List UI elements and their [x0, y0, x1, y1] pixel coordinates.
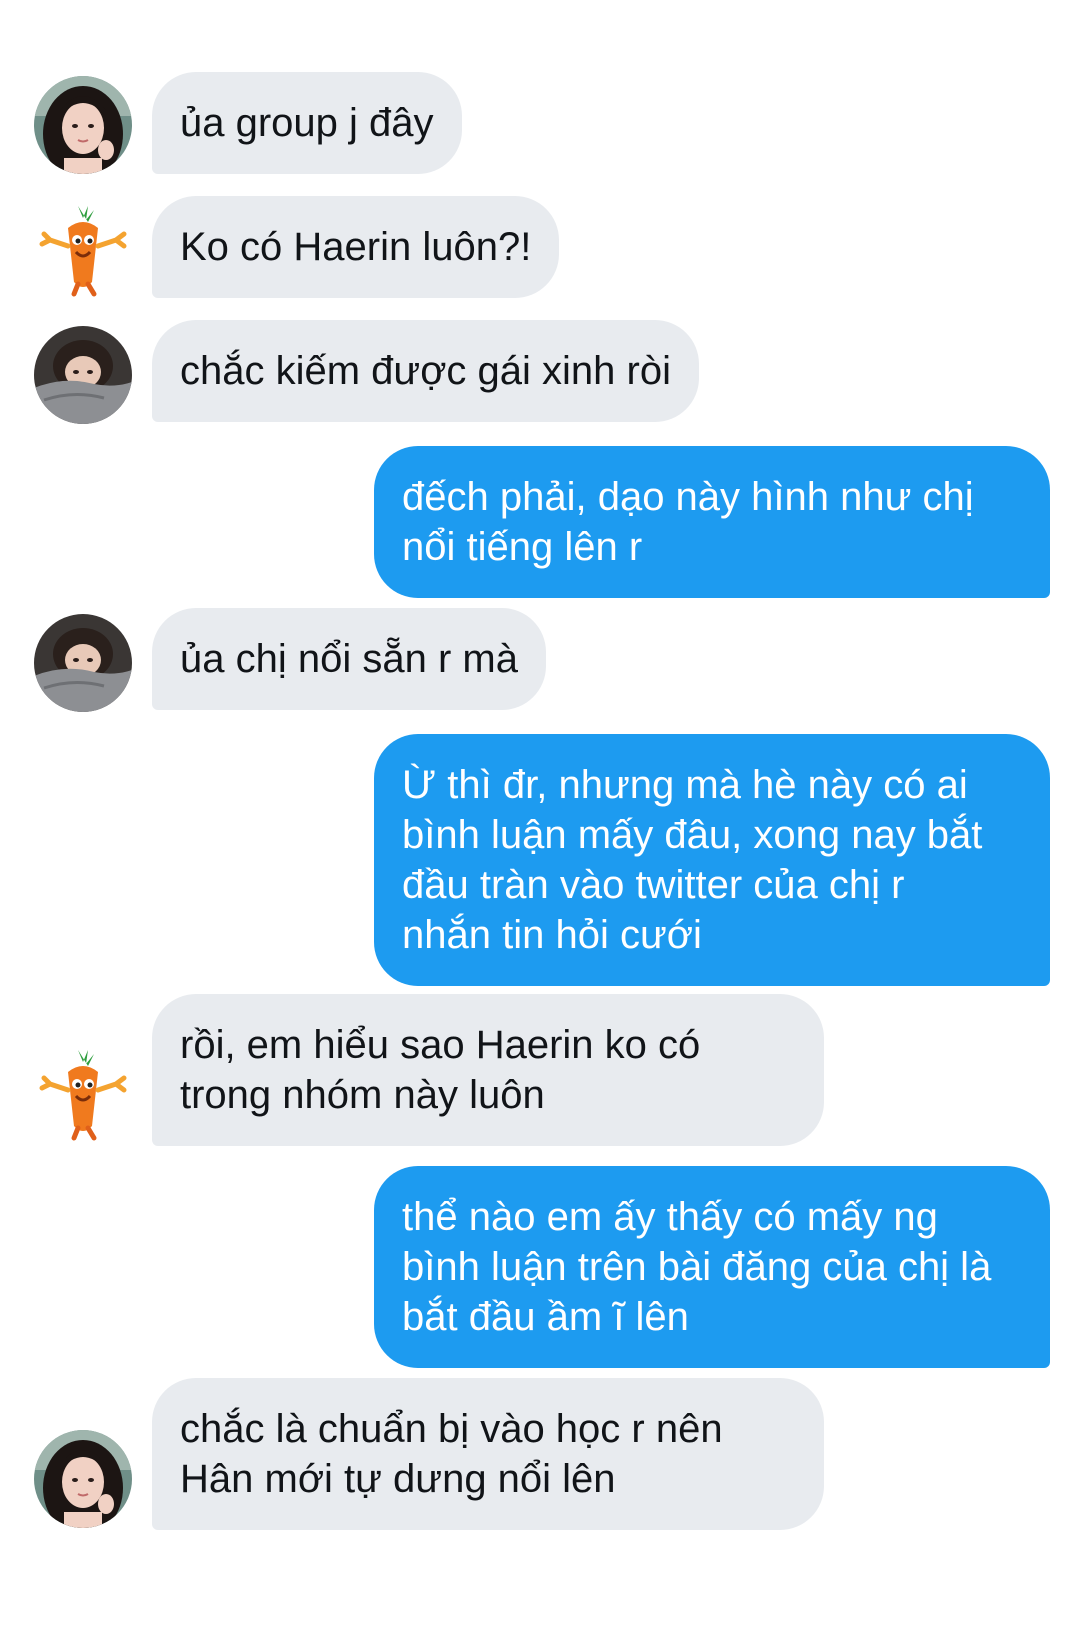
- avatar-girl-blanket-icon[interactable]: [34, 326, 132, 424]
- message-text: ủa chị nổi sẵn r mà: [180, 637, 518, 681]
- message-text: bình luận mấy đâu, xong nay bắt: [402, 813, 983, 857]
- message-text: chắc kiếm được gái xinh ròi: [180, 349, 671, 393]
- avatar-girl-long-hair-icon[interactable]: [34, 1430, 132, 1528]
- message-text: bắt đầu ầm ĩ lên: [402, 1295, 689, 1339]
- message-row: chắc là chuẩn bị vào học r nên Hân mới t…: [0, 1378, 1080, 1530]
- message-text: thể nào em ấy thấy có mấy ng: [402, 1195, 938, 1239]
- message-bubble-incoming[interactable]: chắc kiếm được gái xinh ròi: [152, 320, 699, 422]
- message-row: ủa group j đây: [0, 72, 1080, 176]
- message-bubble-incoming[interactable]: ủa chị nổi sẵn r mà: [152, 608, 546, 710]
- message-bubble-outgoing[interactable]: đếch phải, dạo này hình như chị nổi tiến…: [374, 446, 1050, 598]
- message-text: trong nhóm này luôn: [180, 1073, 545, 1117]
- avatar-girl-long-hair-icon[interactable]: [34, 76, 132, 174]
- message-row: Ừ thì đr, nhưng mà hè này có ai bình luậ…: [0, 734, 1080, 986]
- message-row: ủa chị nổi sẵn r mà: [0, 608, 1080, 712]
- message-text: nhắn tin hỏi cưới: [402, 913, 702, 957]
- message-text: đầu tràn vào twitter của chị r: [402, 863, 905, 907]
- message-text: Ừ thì đr, nhưng mà hè này có ai: [402, 763, 968, 807]
- message-text: ủa group j đây: [180, 101, 434, 145]
- message-text: chắc là chuẩn bị vào học r nên: [180, 1407, 723, 1451]
- message-bubble-incoming[interactable]: chắc là chuẩn bị vào học r nên Hân mới t…: [152, 1378, 824, 1530]
- message-text: rồi, em hiểu sao Haerin ko có: [180, 1023, 701, 1067]
- message-row: thể nào em ấy thấy có mấy ng bình luận t…: [0, 1166, 1080, 1368]
- message-text: đếch phải, dạo này hình như chị: [402, 475, 974, 519]
- avatar-carrot-mascot-icon[interactable]: [34, 1044, 132, 1142]
- message-text: nổi tiếng lên r: [402, 525, 643, 569]
- message-bubble-outgoing[interactable]: thể nào em ấy thấy có mấy ng bình luận t…: [374, 1166, 1050, 1368]
- message-row: Ko có Haerin luôn?!: [0, 196, 1080, 300]
- message-text: Hân mới tự dưng nổi lên: [180, 1457, 616, 1501]
- message-row: rồi, em hiểu sao Haerin ko có trong nhóm…: [0, 994, 1080, 1146]
- message-row: đếch phải, dạo này hình như chị nổi tiến…: [0, 446, 1080, 598]
- message-row: chắc kiếm được gái xinh ròi: [0, 320, 1080, 424]
- message-bubble-outgoing[interactable]: Ừ thì đr, nhưng mà hè này có ai bình luậ…: [374, 734, 1050, 986]
- message-bubble-incoming[interactable]: rồi, em hiểu sao Haerin ko có trong nhóm…: [152, 994, 824, 1146]
- avatar-girl-blanket-icon[interactable]: [34, 614, 132, 712]
- chat-conversation: ủa group j đây Ko có Haerin luôn?! chắc …: [0, 0, 1080, 1632]
- avatar-carrot-mascot-icon[interactable]: [34, 200, 132, 298]
- message-text: bình luận trên bài đăng của chị là: [402, 1245, 992, 1289]
- message-text: Ko có Haerin luôn?!: [180, 225, 532, 269]
- message-bubble-incoming[interactable]: ủa group j đây: [152, 72, 462, 174]
- message-bubble-incoming[interactable]: Ko có Haerin luôn?!: [152, 196, 560, 298]
